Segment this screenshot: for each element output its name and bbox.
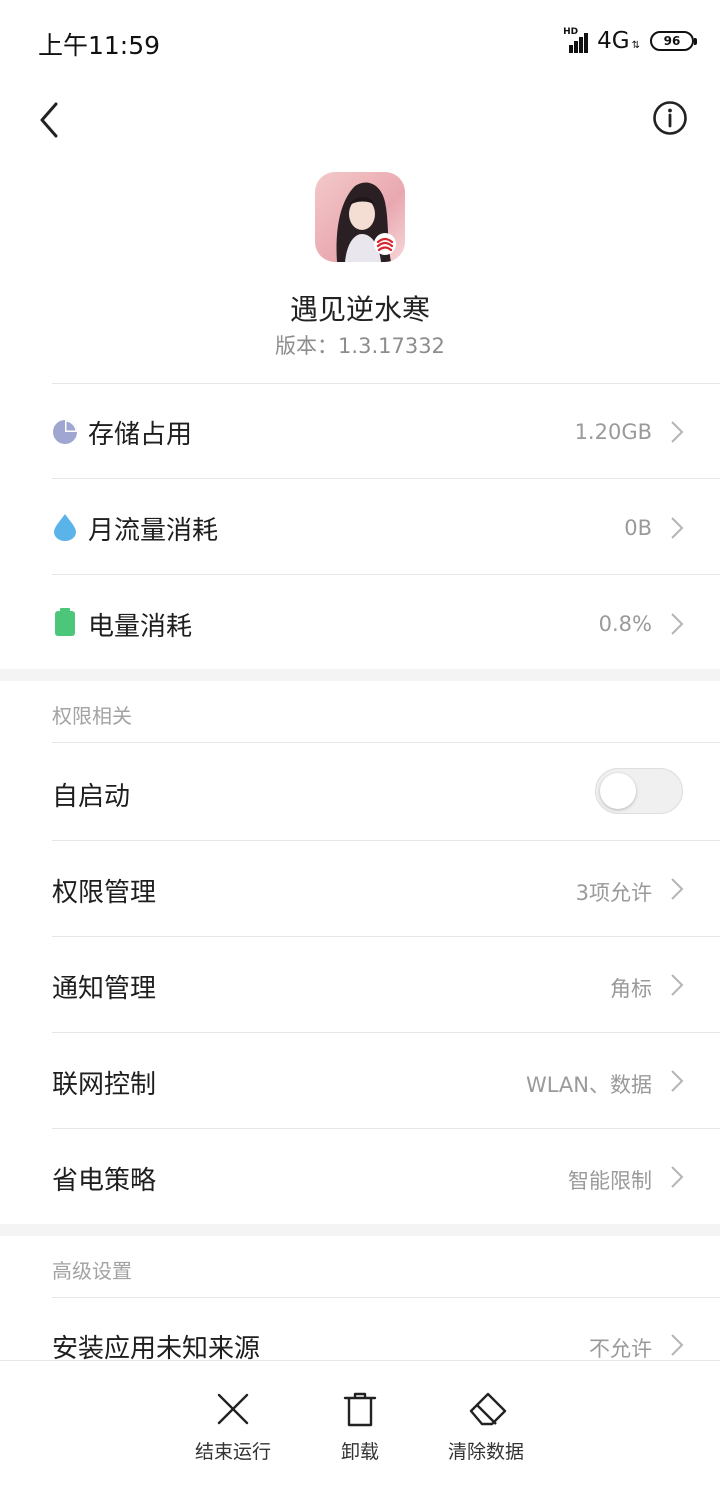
battery-status-icon: 96: [650, 31, 697, 51]
battery-usage-row[interactable]: 电量消耗 0.8%: [0, 575, 720, 669]
uninstall-label: 卸载: [340, 1441, 379, 1463]
unknown-sources-row[interactable]: 安装应用未知来源 不允许: [0, 1298, 720, 1360]
autostart-label: 自启动: [52, 782, 131, 812]
permission-management-label: 权限管理: [52, 878, 157, 908]
clear-data-button[interactable]: 清除数据: [426, 1361, 546, 1481]
app-icon: [315, 172, 405, 262]
data-activity-icon: ⇅: [631, 39, 640, 51]
toggle-knob: [600, 773, 636, 809]
battery-usage-label: 电量消耗: [88, 612, 193, 642]
clear-data-label: 清除数据: [447, 1441, 524, 1463]
network-type: 4G: [597, 28, 630, 54]
eraser-icon: [469, 1392, 507, 1426]
chevron-left-icon: [40, 102, 58, 138]
bottom-action-bar: 结束运行 卸载 清除数据: [0, 1360, 720, 1496]
notification-management-value: 角标: [610, 977, 652, 1001]
permission-management-row[interactable]: 权限管理 3项允许: [0, 841, 720, 936]
chevron-right-icon: [671, 517, 684, 539]
chevron-right-icon: [671, 1334, 684, 1356]
chevron-right-icon: [671, 974, 684, 996]
storage-usage-value: 1.20GB: [574, 420, 652, 444]
uninstall-button[interactable]: 卸载: [300, 1361, 420, 1481]
pie-chart-icon: [53, 420, 77, 444]
status-bar: 上午11:59 HD 4G ⇅ 96: [0, 0, 720, 84]
data-usage-row[interactable]: 月流量消耗 0B: [0, 479, 720, 574]
data-usage-value: 0B: [624, 516, 652, 540]
battery-icon: [55, 608, 75, 636]
signal-strength-icon: HD: [563, 27, 591, 53]
network-control-row[interactable]: 联网控制 WLAN、数据: [0, 1033, 720, 1128]
chevron-right-icon: [671, 878, 684, 900]
unknown-sources-label: 安装应用未知来源: [52, 1334, 261, 1360]
network-control-value: WLAN、数据: [525, 1073, 652, 1097]
permissions-section-title: 权限相关: [52, 704, 132, 728]
data-usage-label: 月流量消耗: [88, 516, 219, 546]
status-time: 上午11:59: [38, 31, 161, 60]
force-stop-button[interactable]: 结束运行: [173, 1361, 293, 1481]
water-drop-icon: [54, 514, 76, 541]
power-saving-label: 省电策略: [52, 1166, 157, 1196]
chevron-right-icon: [671, 421, 684, 443]
power-saving-row[interactable]: 省电策略 智能限制: [0, 1129, 720, 1224]
power-saving-value: 智能限制: [568, 1169, 652, 1193]
unknown-sources-value: 不允许: [589, 1337, 652, 1360]
chevron-right-icon: [671, 1166, 684, 1188]
notification-management-label: 通知管理: [52, 974, 157, 1004]
storage-usage-row[interactable]: 存储占用 1.20GB: [0, 384, 720, 478]
force-stop-label: 结束运行: [194, 1441, 271, 1463]
close-icon: [217, 1393, 249, 1425]
network-control-label: 联网控制: [52, 1070, 157, 1100]
permission-management-value: 3项允许: [575, 881, 652, 905]
section-separator: [0, 1224, 720, 1236]
section-separator: [0, 669, 720, 681]
back-button[interactable]: [30, 98, 70, 142]
info-button[interactable]: [652, 100, 688, 136]
trash-icon: [343, 1392, 377, 1427]
chevron-right-icon: [671, 1070, 684, 1092]
battery-level: 96: [663, 34, 681, 48]
signal-badge: HD: [563, 27, 579, 37]
status-indicators: HD 4G ⇅ 96: [563, 26, 697, 56]
app-version: 版本：1.3.17332: [275, 334, 445, 358]
battery-usage-value: 0.8%: [598, 612, 652, 636]
autostart-toggle[interactable]: [595, 768, 683, 814]
chevron-right-icon: [671, 613, 684, 635]
notification-management-row[interactable]: 通知管理 角标: [0, 937, 720, 1032]
app-name: 遇见逆水寒: [289, 293, 430, 326]
advanced-section-title: 高级设置: [52, 1259, 132, 1283]
info-icon: [653, 101, 687, 135]
storage-usage-label: 存储占用: [88, 420, 193, 450]
